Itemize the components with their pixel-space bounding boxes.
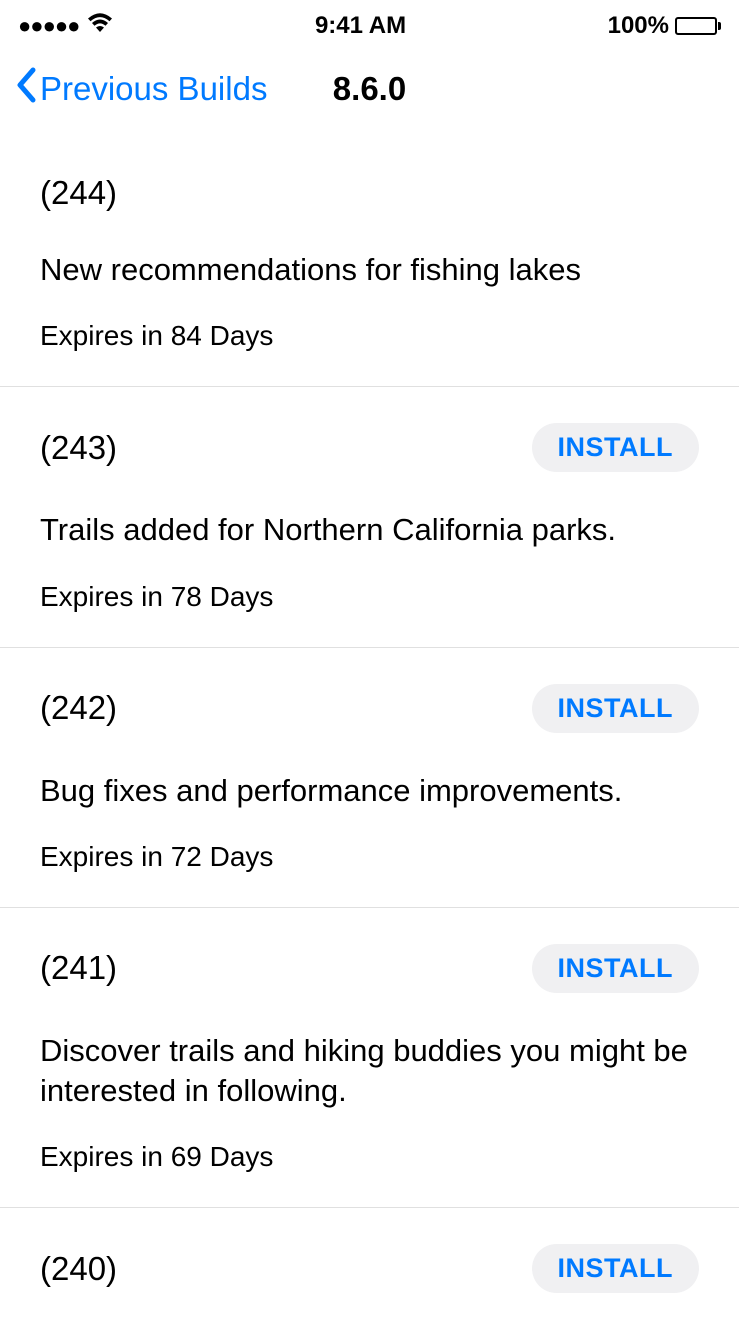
build-expires: Expires in 69 Days xyxy=(40,1141,699,1173)
build-description: Trails added for Northern California par… xyxy=(40,510,699,550)
back-button[interactable]: Previous Builds xyxy=(14,66,267,112)
back-label: Previous Builds xyxy=(40,70,267,108)
build-header: (243) INSTALL xyxy=(40,423,699,472)
build-description: Bug fixes and performance improvements. xyxy=(40,771,699,811)
build-number: (243) xyxy=(40,429,117,467)
install-button[interactable]: INSTALL xyxy=(532,684,699,733)
build-item: (244) New recommendations for fishing la… xyxy=(0,138,739,387)
chevron-left-icon xyxy=(14,66,38,112)
battery-icon xyxy=(675,17,721,35)
battery-percent: 100% xyxy=(608,12,669,40)
page-title: 8.6.0 xyxy=(333,70,406,108)
build-number: (240) xyxy=(40,1250,117,1288)
build-number: (241) xyxy=(40,949,117,987)
build-item: (243) INSTALL Trails added for Northern … xyxy=(0,387,739,647)
build-header: (240) INSTALL xyxy=(40,1244,699,1293)
wifi-icon xyxy=(87,12,113,40)
nav-bar: Previous Builds 8.6.0 xyxy=(0,48,739,138)
build-item: (242) INSTALL Bug fixes and performance … xyxy=(0,648,739,908)
build-header: (242) INSTALL xyxy=(40,684,699,733)
build-expires: Expires in 72 Days xyxy=(40,841,699,873)
status-left: ●●●●● xyxy=(18,12,113,40)
build-description: Discover trails and hiking buddies you m… xyxy=(40,1031,699,1112)
build-expires: Expires in 78 Days xyxy=(40,581,699,613)
build-header: (244) xyxy=(40,174,699,212)
build-expires: Expires in 84 Days xyxy=(40,320,699,352)
build-header: (241) INSTALL xyxy=(40,944,699,993)
build-number: (242) xyxy=(40,689,117,727)
signal-dots: ●●●●● xyxy=(18,13,79,39)
status-time: 9:41 AM xyxy=(315,12,406,40)
install-button[interactable]: INSTALL xyxy=(532,1244,699,1293)
build-item: (241) INSTALL Discover trails and hiking… xyxy=(0,908,739,1209)
install-button[interactable]: INSTALL xyxy=(532,423,699,472)
build-description: New recommendations for fishing lakes xyxy=(40,250,699,290)
builds-list: (244) New recommendations for fishing la… xyxy=(0,138,739,1327)
build-number: (244) xyxy=(40,174,117,212)
status-right: 100% xyxy=(608,12,721,40)
build-item: (240) INSTALL xyxy=(0,1208,739,1327)
status-bar: ●●●●● 9:41 AM 100% xyxy=(0,0,739,48)
install-button[interactable]: INSTALL xyxy=(532,944,699,993)
